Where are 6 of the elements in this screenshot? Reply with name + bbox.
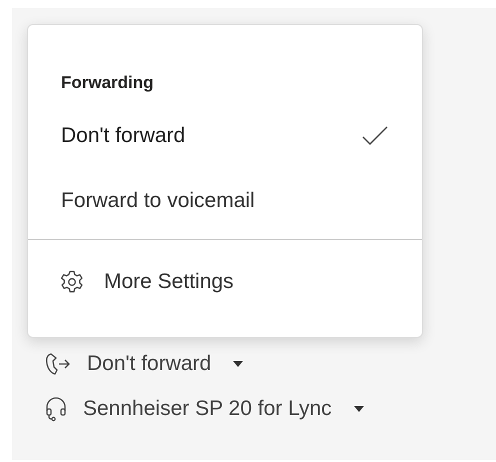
menu-option[interactable]: Forward to voicemail <box>28 168 422 233</box>
dropdown-control[interactable]: Sennheiser SP 20 for Lync <box>45 396 496 422</box>
dropdown-control[interactable]: Don't forward <box>45 352 496 376</box>
menu-heading: Forwarding <box>60 73 155 93</box>
more-settings-item[interactable]: More Settings <box>28 249 422 314</box>
menu-option[interactable]: Don't forward <box>28 103 422 168</box>
